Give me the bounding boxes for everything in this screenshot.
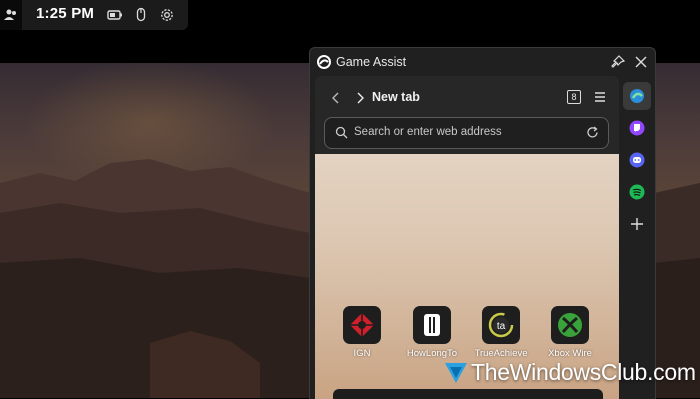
panel-title: Game Assist	[336, 55, 407, 69]
search-icon	[335, 126, 348, 139]
svg-text:ta: ta	[497, 321, 506, 332]
people-icon[interactable]	[0, 0, 22, 30]
quick-link-label: IGN	[353, 348, 371, 359]
game-assist-logo	[317, 55, 331, 69]
add-icon[interactable]	[623, 210, 651, 238]
twitch-icon[interactable]	[623, 114, 651, 142]
forward-arrow-icon[interactable]	[353, 91, 367, 105]
howlongtobeat-icon	[413, 306, 451, 344]
settings-icon[interactable]	[159, 7, 175, 23]
menu-icon[interactable]	[593, 90, 607, 104]
pin-icon[interactable]	[610, 54, 626, 70]
search-input[interactable]: Search or enter web address	[354, 126, 502, 138]
windows-club-logo	[445, 363, 467, 383]
battery-icon	[107, 7, 123, 23]
refresh-icon[interactable]	[585, 125, 600, 140]
quick-link-howlongtobeat[interactable]: HowLongTo	[402, 306, 462, 359]
address-bar[interactable]: Search or enter web address	[324, 117, 609, 149]
watermark: TheWindowsClub.com	[443, 357, 696, 387]
watermark-text: TheWindowsClub.com	[471, 358, 696, 385]
ign-icon	[343, 306, 381, 344]
close-icon[interactable]	[633, 54, 649, 70]
back-arrow-icon[interactable]	[329, 91, 343, 105]
game-assist-panel: Game Assist New tab 8 Search or enter we…	[309, 47, 656, 399]
quick-link-trueachievements[interactable]: ta TrueAchieve	[471, 306, 531, 359]
xbox-icon	[551, 306, 589, 344]
quick-link-xbox-wire[interactable]: Xbox Wire	[540, 306, 600, 359]
quick-link-ign[interactable]: IGN	[332, 306, 392, 359]
widget-sidebar	[621, 76, 655, 399]
tabs-icon[interactable]: 8	[567, 90, 581, 104]
clock: 1:25 PM	[36, 5, 95, 22]
tab-title: New tab	[372, 90, 420, 104]
trueachievements-icon: ta	[482, 306, 520, 344]
game-bar-widget: 1:25 PM	[0, 0, 188, 30]
spotify-icon[interactable]	[623, 178, 651, 206]
browser-pane: New tab 8 Search or enter web address IG…	[315, 76, 619, 399]
edge-icon[interactable]	[623, 82, 651, 110]
mouse-icon	[133, 7, 149, 23]
discord-icon[interactable]	[623, 146, 651, 174]
